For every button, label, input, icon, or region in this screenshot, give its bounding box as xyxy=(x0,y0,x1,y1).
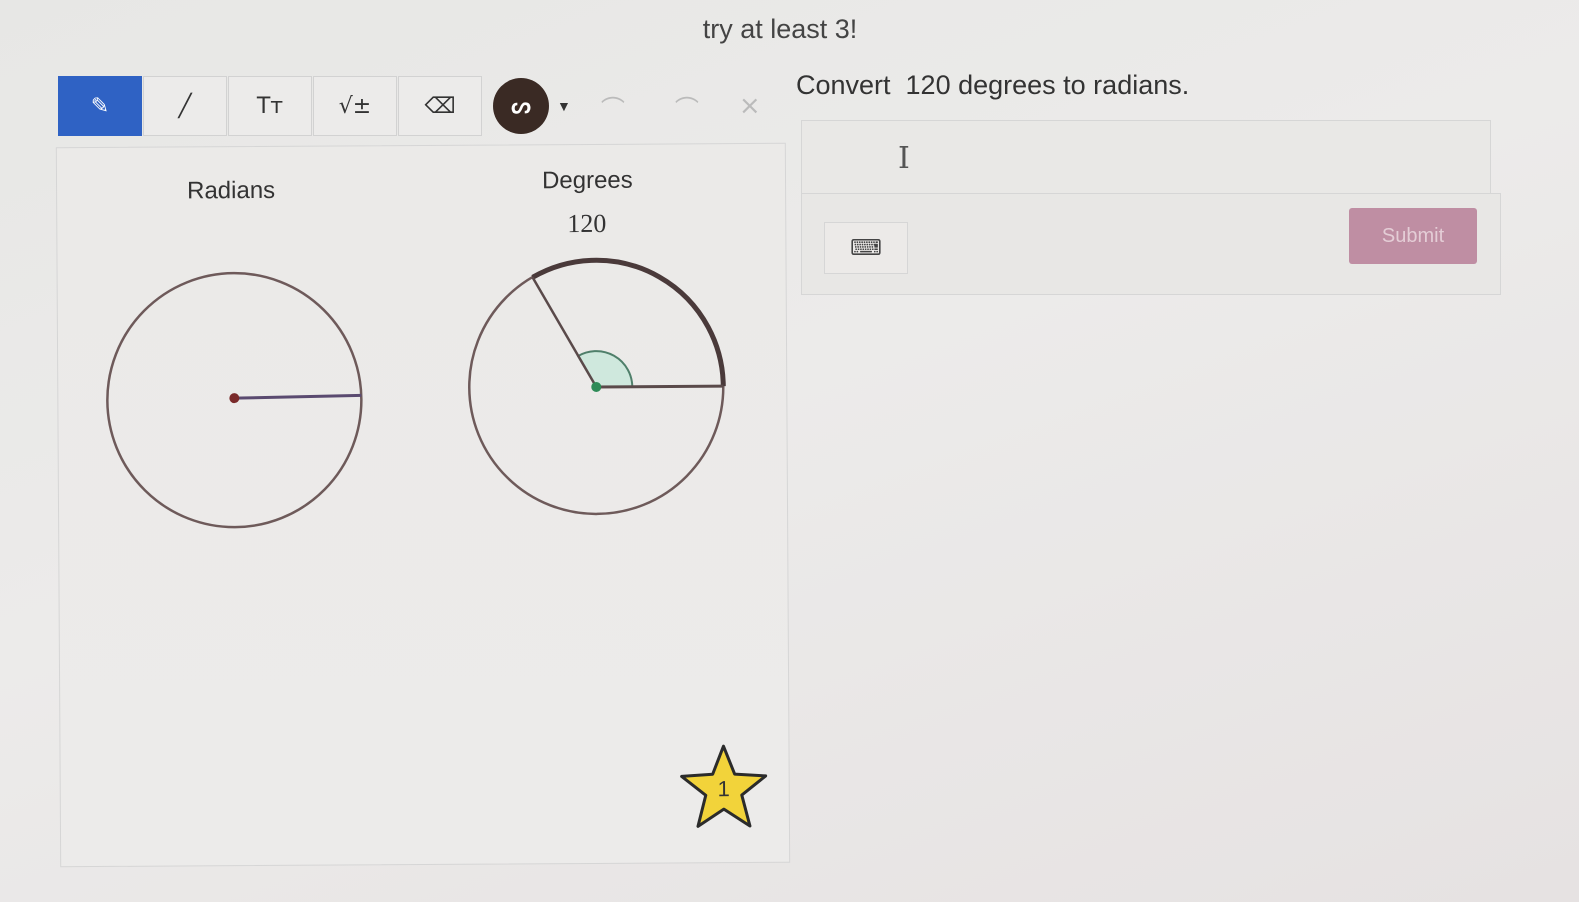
eraser-tool-button[interactable]: ⌫ xyxy=(398,76,482,136)
pencil-tool-button[interactable]: ✎ xyxy=(58,76,142,136)
line-tool-button[interactable]: ╱ xyxy=(143,76,227,136)
star-count: 1 xyxy=(717,776,730,802)
text-size-icon: Tт xyxy=(256,93,284,119)
keyboard-button[interactable]: ⌨ xyxy=(824,222,908,274)
pencil-icon: ✎ xyxy=(90,93,110,119)
keyboard-icon: ⌨ xyxy=(850,235,882,260)
line-icon: ╱ xyxy=(178,93,192,119)
initial-ray xyxy=(596,384,724,389)
radians-radius-line xyxy=(234,393,362,400)
redo-icon[interactable]: ⌒ xyxy=(675,89,699,124)
degrees-center-dot xyxy=(591,381,602,392)
circle-diagrams xyxy=(106,257,726,529)
math-icon: √± xyxy=(338,93,372,119)
radians-circle xyxy=(106,271,363,529)
drawing-canvas[interactable]: Radians Degrees 120 1 xyxy=(55,142,791,868)
radians-center-dot xyxy=(229,393,240,404)
terminal-ray xyxy=(531,276,598,388)
text-tool-button[interactable]: Tт xyxy=(228,76,312,136)
submit-button[interactable]: Submit xyxy=(1349,208,1477,264)
text-cursor-icon: I xyxy=(898,141,910,176)
caret-down-icon[interactable]: ▼ xyxy=(557,98,571,114)
color-swatch[interactable]: ᔕ xyxy=(493,78,549,134)
eraser-icon: ⌫ xyxy=(424,93,456,119)
answer-input[interactable]: I xyxy=(801,120,1491,194)
header-note: try at least 3! xyxy=(702,14,858,44)
question-prompt: Convert 120 degrees to radians. xyxy=(796,70,1190,100)
clear-icon[interactable]: × xyxy=(739,91,761,121)
answer-footer: ⌨ Submit xyxy=(801,193,1501,295)
undo-icon[interactable]: ⌒ xyxy=(601,89,625,124)
degrees-circle xyxy=(468,257,726,516)
star-badge: 1 xyxy=(677,742,770,833)
color-picker[interactable]: ᔕ ▼ xyxy=(493,78,571,134)
drawing-toolbar: ✎ ╱ Tт √± ⌫ ᔕ ▼ ⌒ ⌒ × xyxy=(58,76,761,136)
math-tool-button[interactable]: √± xyxy=(313,76,397,136)
color-swatch-icon: ᔕ xyxy=(511,93,531,118)
